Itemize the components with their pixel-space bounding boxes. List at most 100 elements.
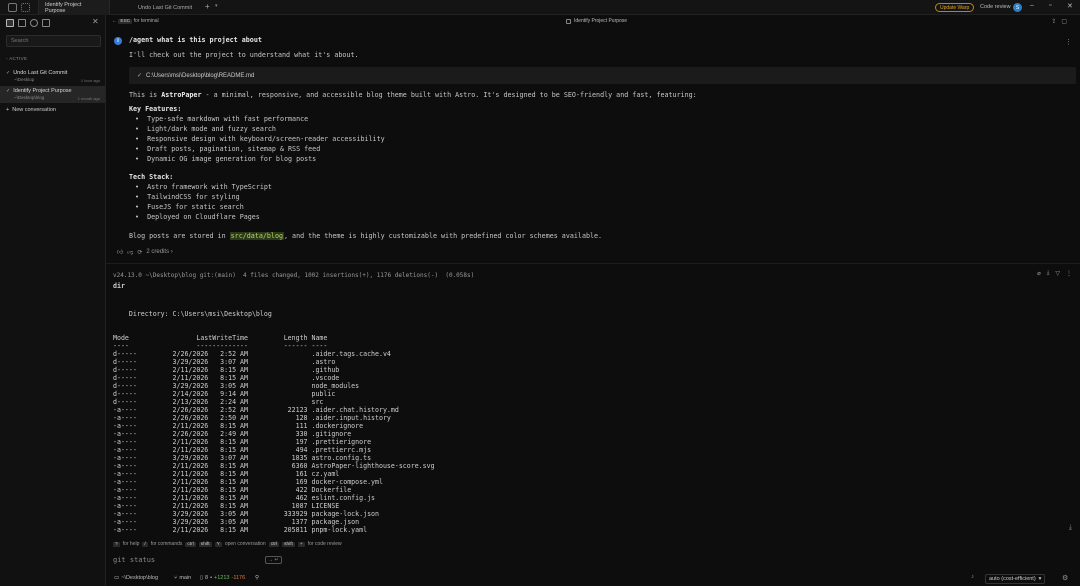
agent-response: i ⋮ /agent what is this project about I'… (106, 29, 1080, 263)
credits-label[interactable]: 2 credits › (146, 249, 172, 255)
listing-row: -a---- 2/11/2026 8:15 AM 111 .dockerigno… (113, 422, 364, 430)
check-icon: ✓ (6, 70, 11, 76)
agent-footer: Blog posts are stored in src/data/blog, … (129, 232, 603, 240)
thumbs-down-icon[interactable]: 👎︎ (127, 248, 133, 256)
stack-heading: Tech Stack: (129, 173, 174, 181)
grid-icon[interactable] (21, 3, 30, 12)
gear-icon[interactable]: ⚙ (1062, 574, 1068, 582)
more-options-icon[interactable]: ⋮ (1066, 270, 1072, 277)
listing-row: d----- 2/11/2026 8:15 AM .github (113, 366, 340, 374)
status-bar: ▭ ~\Desktop\blog ⑂ main ▯ 8 • +1213 -1176 ⚲ ♪… (106, 572, 1080, 586)
back-to-terminal-button[interactable]: ← ESC for terminal (112, 18, 159, 24)
chevron-down-icon[interactable]: ▾ (215, 3, 218, 9)
agent-query: /agent what is this project about (129, 36, 262, 44)
branch-icon: ⑂ (174, 575, 178, 581)
tab-identify-project-purpose[interactable]: Identify Project Purpose (38, 0, 110, 15)
listing-row: d----- 2/14/2026 9:14 AM public (113, 390, 336, 398)
sidebar-toolbar (6, 19, 50, 27)
update-button[interactable]: Update Warp (935, 3, 975, 12)
project-description: This is AstroPaper - a minimal, responsi… (129, 91, 697, 99)
tab-label: Identify Project Purpose (45, 1, 82, 14)
listing-row: -a---- 3/29/2026 3:05 AM 333929 package-… (113, 510, 379, 518)
avatar[interactable]: S (1013, 3, 1022, 12)
conversation-item[interactable]: ✓ Undo Last Git Commit ~\Desktop 1 hour a… (0, 68, 105, 85)
project-title: Identify Project Purpose (566, 18, 627, 24)
scroll-to-bottom-icon[interactable]: ⤓ (1069, 524, 1072, 532)
cwd-chip[interactable]: ▭ ~\Desktop\blog (114, 575, 158, 581)
check-icon: ✓ (6, 88, 11, 94)
new-conversation-button[interactable]: + New conversation (6, 107, 56, 113)
terminal-block[interactable]: ⌀ ⤓ ▽ ⋮ v24.13.0 ~\Desktop\blog git:(mai… (106, 263, 1080, 540)
conversation-header: ← ESC for terminal Identify Project Purp… (106, 15, 1080, 29)
autosuggest-tag[interactable]: → ↵ (265, 556, 282, 564)
terminal-command: dir (113, 282, 125, 290)
stack-item: • Astro framework with TypeScript (135, 183, 272, 191)
attach-icon[interactable]: ⌀ (1037, 270, 1041, 277)
features-heading: Key Features: (129, 105, 182, 113)
stack-item: • Deployed on Cloudflare Pages (135, 213, 260, 221)
help-bar: ? for help / for commands ctrl shift Yopen c… (113, 541, 342, 547)
panel-icon[interactable] (42, 19, 50, 27)
block-actions: ⌀ ⤓ ▽ ⋮ (1037, 270, 1072, 277)
search-icon[interactable] (30, 19, 38, 27)
diff-chip[interactable]: ▯ 8 • +1213 -1176 (200, 575, 245, 581)
command-text: git status (113, 556, 156, 564)
model-selector[interactable]: auto (cost-efficient) ▾ (985, 574, 1046, 584)
conversations-icon[interactable] (6, 19, 14, 27)
agent-intro: I'll check out the project to understand… (129, 51, 359, 59)
branch-chip[interactable]: ⑂ main (174, 575, 191, 581)
conversation-item-active[interactable]: ✓ Identify Project Purpose ~\Desktop\blog… (0, 86, 105, 103)
listing-row: d----- 2/26/2026 2:52 AM .aider.tags.cac… (113, 350, 391, 358)
feature-item: • Responsive design with keyboard/screen… (135, 135, 385, 143)
minimize-icon[interactable]: – (1030, 2, 1034, 9)
listing-row: -a---- 2/11/2026 8:15 AM 205811 pnpm-loc… (113, 526, 368, 534)
listing-header: Mode LastWriteTime Length Name (113, 334, 328, 342)
listing-row: d----- 2/11/2026 8:15 AM .vscode (113, 374, 340, 382)
check-icon: ✓ (137, 73, 143, 79)
listing-row: -a---- 2/11/2026 8:15 AM 169 docker-comp… (113, 478, 383, 486)
stack-item: • TailwindCSS for styling (135, 193, 240, 201)
tab-undo-last-git-commit[interactable]: Undo Last Git Commit (132, 0, 204, 15)
listing-row: -a---- 2/26/2026 2:49 AM 330 .gitignore (113, 430, 352, 438)
tool-call-read-file[interactable]: ✓ C:\Users\msi\Desktop\blog\README.md (129, 67, 1076, 84)
listing-row: d----- 3/29/2026 3:07 AM .astro (113, 358, 336, 366)
listing-row: -a---- 2/11/2026 8:15 AM 161 cz.yaml (113, 470, 340, 478)
chevron-down-icon: ▾ (1038, 576, 1042, 582)
code-review-button[interactable]: Code review (980, 4, 1011, 10)
listing-row: -a---- 2/11/2026 8:15 AM 197 .prettierig… (113, 438, 372, 446)
new-tab-icon[interactable]: + (205, 2, 210, 11)
command-input[interactable]: git status → ↵ (106, 553, 1080, 571)
tab-label: Undo Last Git Commit (138, 4, 193, 11)
search-input[interactable]: Search (6, 35, 101, 47)
share-icon[interactable]: ⇪▢ (1051, 18, 1072, 25)
filter-icon[interactable]: ▽ (1055, 270, 1060, 277)
title-bar: Identify Project Purpose Undo Last Git C… (0, 0, 1080, 15)
feature-item: • Light/dark mode and fuzzy search (135, 125, 276, 133)
save-icon[interactable]: ⤓ (1047, 270, 1050, 277)
files-icon[interactable] (18, 19, 26, 27)
thumbs-up-icon[interactable]: 👍︎ (117, 248, 123, 256)
listing-row: -a---- 2/11/2026 8:15 AM 494 .prettierrc… (113, 446, 372, 454)
directory-line: Directory: C:\Users\msi\Desktop\blog (113, 310, 272, 318)
more-options-icon[interactable]: ⋮ (1065, 38, 1072, 46)
feature-item: • Draft posts, pagination, sitemap & RSS… (135, 145, 321, 153)
stack-item: • FuseJS for static search (135, 203, 244, 211)
listing-row: -a---- 2/26/2026 2:50 AM 128 .aider.inpu… (113, 414, 391, 422)
listing-row: d----- 2/13/2026 2:24 AM src (113, 398, 324, 406)
listing-row: -a---- 2/11/2026 8:15 AM 422 Dockerfile (113, 486, 352, 494)
file-icon: ▯ (200, 575, 204, 581)
info-icon: i (114, 37, 122, 45)
listing-row: -a---- 2/26/2026 2:52 AM 22123 .aider.ch… (113, 406, 399, 414)
listing-rule: ---- ------------- ------ ---- (113, 342, 328, 350)
sidebar-toggle-icon[interactable] (8, 3, 17, 12)
sidebar: ✕ Search ◦ ACTIVE ✓ Undo Last Git Commit … (0, 15, 106, 586)
feature-item: • Dynamic OG image generation for blog p… (135, 155, 317, 163)
wand-icon[interactable]: ⚲ (255, 575, 259, 581)
listing-row: -a---- 2/11/2026 8:15 AM 6360 AstroPaper… (113, 462, 435, 470)
close-icon[interactable]: ✕ (1067, 2, 1073, 10)
maximize-icon[interactable]: ▫ (1049, 2, 1051, 9)
listing-row: -a---- 3/29/2026 3:07 AM 1835 astro.conf… (113, 454, 372, 462)
terminal-prompt: v24.13.0 ~\Desktop\blog git:(main) 4 fil… (113, 272, 475, 279)
close-sidebar-icon[interactable]: ✕ (92, 17, 99, 26)
microphone-icon[interactable]: ♪ (971, 574, 974, 580)
